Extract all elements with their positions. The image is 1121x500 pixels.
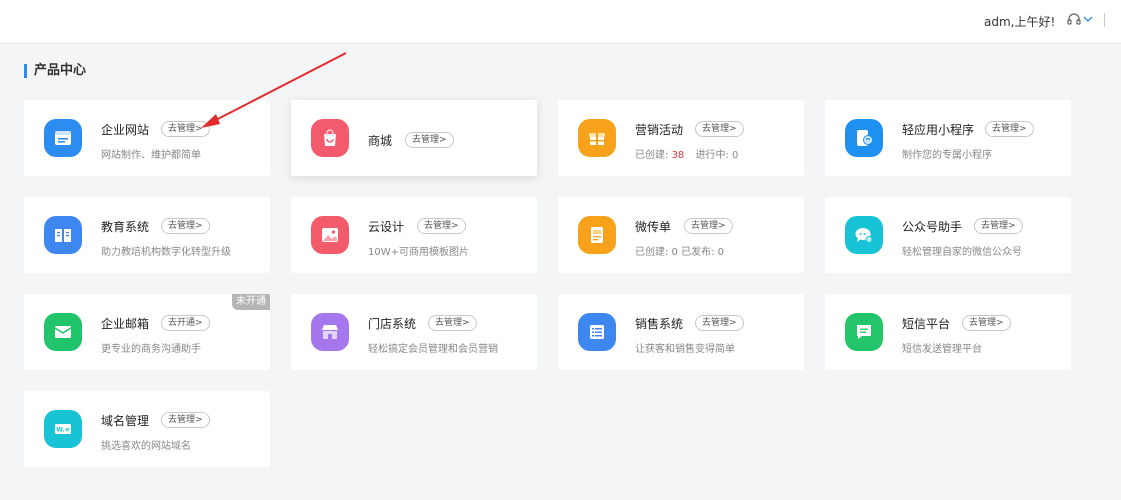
- product-card-flyer[interactable]: 微传单 去管理> 已创建: 0 已发布: 0: [558, 197, 804, 273]
- message-icon: [857, 325, 871, 339]
- icon-tile: [311, 313, 349, 351]
- created-label: 已创建:: [635, 150, 669, 161]
- icon-tile: [44, 119, 82, 157]
- icon-tile: [845, 313, 883, 351]
- product-name: 公众号助手: [902, 220, 963, 234]
- manage-button[interactable]: 去管理>: [974, 218, 1023, 234]
- product-stats: 已创建: 38 进行中: 0: [635, 146, 738, 161]
- icon-tile: [311, 119, 349, 157]
- not-activated-badge: 未开通: [232, 294, 270, 310]
- icon-tile: [578, 313, 616, 351]
- created-count: 38: [671, 150, 685, 161]
- product-desc: 轻松搞定会员管理和会员营销: [368, 344, 498, 355]
- icon-tile: [845, 216, 883, 254]
- product-stats: 已创建: 0 已发布: 0: [635, 247, 724, 258]
- manage-button[interactable]: 去管理>: [962, 315, 1011, 331]
- product-card-sms[interactable]: 短信平台 去管理> 短信发送管理平台: [825, 294, 1071, 370]
- product-name: 企业邮箱: [101, 317, 150, 331]
- icon-tile: [578, 216, 616, 254]
- svg-text:W.≡: W.≡: [56, 427, 69, 434]
- user-greeting[interactable]: adm,上午好!: [984, 13, 1055, 30]
- product-card-store[interactable]: 门店系统 去管理> 轻松搞定会员管理和会员营销: [291, 294, 537, 370]
- product-desc: 更专业的商务沟通助手: [101, 344, 201, 355]
- domain-icon: W.≡: [55, 424, 71, 434]
- manage-button[interactable]: 去管理>: [695, 121, 744, 137]
- product-name: 销售系统: [635, 317, 684, 331]
- product-card-official-account[interactable]: 公众号助手 去管理> 轻松管理自家的微信公众号: [825, 197, 1071, 273]
- product-name: 营销活动: [635, 123, 684, 137]
- product-card-cloud-design[interactable]: 云设计 去管理> 10W+可商用模板图片: [291, 197, 537, 273]
- gift-icon: [589, 133, 605, 145]
- activate-button[interactable]: 去开通>: [161, 315, 210, 331]
- product-desc: 轻松管理自家的微信公众号: [902, 247, 1022, 258]
- icon-tile: [311, 216, 349, 254]
- product-desc: 10W+可商用模板图片: [368, 247, 469, 258]
- product-name: 微传单: [635, 220, 672, 234]
- storefront-icon: [322, 325, 338, 339]
- product-card-marketing[interactable]: 营销活动 去管理> 已创建: 38 进行中: 0: [558, 100, 804, 176]
- product-name: 域名管理: [101, 414, 150, 428]
- headset-icon[interactable]: [1066, 11, 1082, 27]
- product-card-website[interactable]: 企业网站 去管理> 网站制作、维护都简单: [24, 100, 270, 176]
- product-name: 教育系统: [101, 220, 150, 234]
- manage-button[interactable]: 去管理>: [428, 315, 477, 331]
- product-card-mini-program[interactable]: 轻应用小程序 去管理> 制作您的专属小程序: [825, 100, 1071, 176]
- icon-tile: [578, 119, 616, 157]
- icon-tile: [44, 313, 82, 351]
- product-name: 企业网站: [101, 123, 150, 137]
- chat-gear-icon: [855, 228, 873, 243]
- manage-button[interactable]: 去管理>: [695, 315, 744, 331]
- manage-button[interactable]: 去管理>: [684, 218, 733, 234]
- product-name: 门店系统: [368, 317, 417, 331]
- manage-button[interactable]: 去管理>: [985, 121, 1034, 137]
- manage-button[interactable]: 去管理>: [405, 132, 454, 148]
- open-book-icon: [55, 229, 71, 242]
- product-desc: 网站制作、维护都简单: [101, 150, 201, 161]
- icon-tile: W.≡: [44, 410, 82, 448]
- icon-tile: [44, 216, 82, 254]
- list-icon: [590, 325, 604, 339]
- product-name: 商城: [368, 134, 393, 148]
- product-desc: 挑选喜欢的网站域名: [101, 441, 191, 452]
- top-bar: adm,上午好!: [0, 0, 1121, 44]
- product-card-education[interactable]: 教育系统 去管理> 助力教培机构数字化转型升级: [24, 197, 270, 273]
- image-icon: [322, 228, 338, 242]
- running-label: 进行中:: [695, 150, 729, 161]
- section-title: 产品中心: [24, 62, 86, 80]
- product-desc: 让获客和销售变得简单: [635, 344, 735, 355]
- running-count: 0: [732, 150, 739, 161]
- flyer-icon: [591, 227, 603, 243]
- product-desc: 短信发送管理平台: [902, 344, 982, 355]
- shopping-bag-icon: [324, 129, 336, 146]
- divider: [1104, 13, 1105, 27]
- mail-icon: [54, 326, 72, 338]
- product-name: 短信平台: [902, 317, 951, 331]
- product-name: 轻应用小程序: [902, 123, 975, 137]
- mini-program-icon: [857, 130, 873, 146]
- icon-tile: [845, 119, 883, 157]
- product-card-email[interactable]: 未开通 企业邮箱 去开通> 更专业的商务沟通助手: [24, 294, 270, 370]
- manage-button[interactable]: 去管理>: [161, 218, 210, 234]
- manage-button[interactable]: 去管理>: [161, 121, 210, 137]
- product-desc: 助力教培机构数字化转型升级: [101, 247, 231, 258]
- product-card-domain[interactable]: W.≡ 域名管理 去管理> 挑选喜欢的网站域名: [24, 391, 270, 467]
- product-name: 云设计: [368, 220, 405, 234]
- product-desc: 制作您的专属小程序: [902, 150, 992, 161]
- product-card-mall[interactable]: 商城 去管理>: [291, 100, 537, 176]
- chevron-down-icon[interactable]: [1083, 14, 1093, 24]
- manage-button[interactable]: 去管理>: [417, 218, 466, 234]
- browser-window-icon: [55, 131, 71, 145]
- product-card-sales[interactable]: 销售系统 去管理> 让获客和销售变得简单: [558, 294, 804, 370]
- manage-button[interactable]: 去管理>: [161, 412, 210, 428]
